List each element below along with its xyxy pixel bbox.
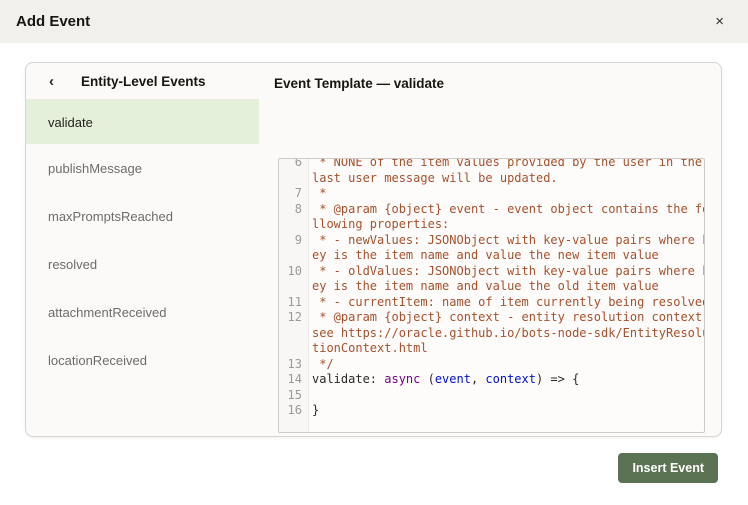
add-event-panel: ‹ Entity-Level Events validatepublishMes… [25, 62, 722, 437]
code-line: tionContext.html [279, 341, 704, 357]
sidebar-item-locationReceived[interactable]: locationReceived [26, 336, 259, 384]
code-line: 6 * NONE of the item values provided by … [279, 158, 704, 171]
code-text: * - oldValues: JSONObject with key-value… [308, 264, 705, 280]
code-line: 11 * - currentItem: name of item current… [279, 295, 704, 311]
code-line: 9 * - newValues: JSONObject with key-val… [279, 233, 704, 249]
code-line: 7 * [279, 186, 704, 202]
code-line: 14validate: async (event, context) => { [279, 372, 704, 388]
line-number: 7 [279, 186, 308, 202]
code-text: * @param {object} context - entity resol… [308, 310, 705, 326]
code-editor-content: 6 * NONE of the item values provided by … [279, 158, 704, 419]
code-text [308, 388, 704, 404]
code-text: } [308, 403, 704, 419]
line-number: 9 [279, 233, 308, 249]
line-number: 10 [279, 264, 308, 280]
code-text: */ [308, 357, 704, 373]
line-number: 8 [279, 202, 308, 218]
sidebar-header: ‹ Entity-Level Events [26, 63, 259, 100]
code-text: * - currentItem: name of item currently … [308, 295, 705, 311]
sidebar-item-validate[interactable]: validate [26, 100, 259, 144]
code-text: * @param {object} event - event object c… [308, 202, 705, 218]
code-text: validate: async (event, context) => { [308, 372, 704, 388]
line-number: 15 [279, 388, 308, 404]
code-text: ey is the item name and value the new it… [308, 248, 704, 264]
code-editor[interactable]: 6 * NONE of the item values provided by … [278, 158, 705, 433]
code-line: 10 * - oldValues: JSONObject with key-va… [279, 264, 704, 280]
code-line: 8 * @param {object} event - event object… [279, 202, 704, 218]
code-text: see https://oracle.github.io/bots-node-s… [308, 326, 705, 342]
sidebar-item-maxPromptsReached[interactable]: maxPromptsReached [26, 192, 259, 240]
code-line: 12 * @param {object} context - entity re… [279, 310, 704, 326]
code-line: 15 [279, 388, 704, 404]
code-line: 16} [279, 403, 704, 419]
code-text: llowing properties: [308, 217, 704, 233]
code-line: last user message will be updated. [279, 171, 704, 187]
close-icon[interactable]: × [709, 10, 730, 33]
line-number: 12 [279, 310, 308, 326]
sidebar-item-resolved[interactable]: resolved [26, 240, 259, 288]
line-number [279, 279, 308, 295]
code-line: llowing properties: [279, 217, 704, 233]
event-template-pane: Event Template — validate Include templa… [259, 63, 721, 436]
line-number [279, 248, 308, 264]
line-number: 6 [279, 158, 308, 171]
code-line: ey is the item name and value the old it… [279, 279, 704, 295]
code-text: tionContext.html [308, 341, 704, 357]
back-chevron-icon[interactable]: ‹ [49, 74, 54, 89]
code-line: see https://oracle.github.io/bots-node-s… [279, 326, 704, 342]
sidebar-item-publishMessage[interactable]: publishMessage [26, 144, 259, 192]
line-number [279, 217, 308, 233]
code-text: * - newValues: JSONObject with key-value… [308, 233, 705, 249]
sidebar-item-attachmentReceived[interactable]: attachmentReceived [26, 288, 259, 336]
dialog-title: Add Event [16, 13, 90, 30]
line-number: 14 [279, 372, 308, 388]
code-line: 13 */ [279, 357, 704, 373]
line-number [279, 341, 308, 357]
sidebar-item-list: validatepublishMessagemaxPromptsReachedr… [26, 100, 259, 384]
event-category-sidebar: ‹ Entity-Level Events validatepublishMes… [26, 63, 259, 436]
line-number: 16 [279, 403, 308, 419]
line-number: 11 [279, 295, 308, 311]
event-template-title: Event Template — validate [274, 76, 444, 91]
line-number: 13 [279, 357, 308, 373]
dialog-header: Add Event × [0, 0, 748, 43]
code-text: * NONE of the item values provided by th… [308, 158, 704, 171]
sidebar-title: Entity-Level Events [81, 74, 206, 89]
code-line: ey is the item name and value the new it… [279, 248, 704, 264]
line-number [279, 326, 308, 342]
code-text: ey is the item name and value the old it… [308, 279, 704, 295]
code-text: * [308, 186, 704, 202]
code-text: last user message will be updated. [308, 171, 704, 187]
insert-event-button[interactable]: Insert Event [618, 453, 718, 483]
line-number [279, 171, 308, 187]
